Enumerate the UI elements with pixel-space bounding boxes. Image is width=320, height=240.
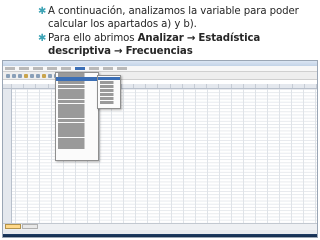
bullet-2-menu: Analizar [137,33,184,44]
menu-item[interactable] [117,67,127,70]
slide-text: ✱ A continuación, analizamos la variable… [38,5,318,59]
bullet-1-text: A continuación, analizamos la variable p… [48,6,299,30]
bullet-2-prefix: Para ello abrimos [48,33,138,44]
arrow-icon: → [114,46,123,57]
bullet-2-item: Frecuencias [125,46,193,57]
descriptive-statistics-submenu [97,75,121,109]
column-header[interactable] [268,84,281,88]
tab-data-view[interactable] [5,224,21,229]
data-view [3,84,317,224]
bullet-2-text: Para ello abrimos Analizar → Estadística… [48,32,318,58]
column-header[interactable] [244,84,257,88]
column-header[interactable] [12,84,25,88]
windows-taskbar [3,234,317,237]
column-header[interactable] [146,84,159,88]
column-header[interactable] [122,84,135,88]
column-header[interactable] [219,84,232,88]
menu-item[interactable] [61,67,71,70]
goto-case-icon[interactable] [42,73,46,78]
menu-item[interactable] [5,67,15,70]
bullet-marker-icon: ✱ [38,33,47,44]
dialog-recall-icon[interactable] [24,73,28,78]
row-number-column [3,89,12,224]
column-header[interactable] [256,84,269,88]
column-header[interactable] [232,84,244,88]
undo-icon[interactable] [30,73,34,78]
tab-variable-view[interactable] [22,224,38,229]
data-grid[interactable] [3,89,317,224]
column-header[interactable] [158,84,171,88]
menu-item[interactable] [33,67,43,70]
variables-icon[interactable] [48,73,52,78]
redo-icon[interactable] [36,73,40,78]
column-header[interactable] [36,84,49,88]
submenu-option[interactable] [100,96,118,100]
toolbar [3,72,317,80]
spss-screenshot [2,60,318,238]
submenu-option[interactable] [100,80,118,84]
arrow-icon: → [186,33,196,44]
submenu-option[interactable] [100,92,118,96]
submenu-option-frequencies[interactable] [98,76,120,80]
corner-cell [3,84,12,88]
column-header[interactable] [280,84,293,88]
view-tab-bar [3,223,317,230]
open-icon[interactable] [6,73,10,78]
submenu-option[interactable] [100,100,118,104]
save-icon[interactable] [12,73,16,78]
print-icon[interactable] [18,73,22,78]
column-header[interactable] [134,84,147,88]
column-header[interactable] [207,84,220,88]
bullet-2: ✱ Para ello abrimos Analizar → Estadísti… [38,32,318,58]
submenu-option[interactable] [100,88,118,92]
menu-item[interactable] [47,67,57,70]
column-header[interactable] [171,84,183,88]
bullet-marker-icon: ✱ [38,6,47,17]
column-header[interactable] [195,84,208,88]
bullet-1: ✱ A continuación, analizamos la variable… [38,5,318,31]
menu-option[interactable] [58,145,96,149]
submenu-option[interactable] [100,84,118,88]
menu-item[interactable] [89,67,99,70]
column-header[interactable] [293,84,305,88]
menu-item-analyze[interactable] [75,67,85,70]
column-header[interactable] [183,84,196,88]
analyze-menu [55,72,99,161]
menu-item[interactable] [19,67,29,70]
column-header[interactable] [305,84,317,88]
column-header[interactable] [24,84,37,88]
menu-item[interactable] [103,67,113,70]
